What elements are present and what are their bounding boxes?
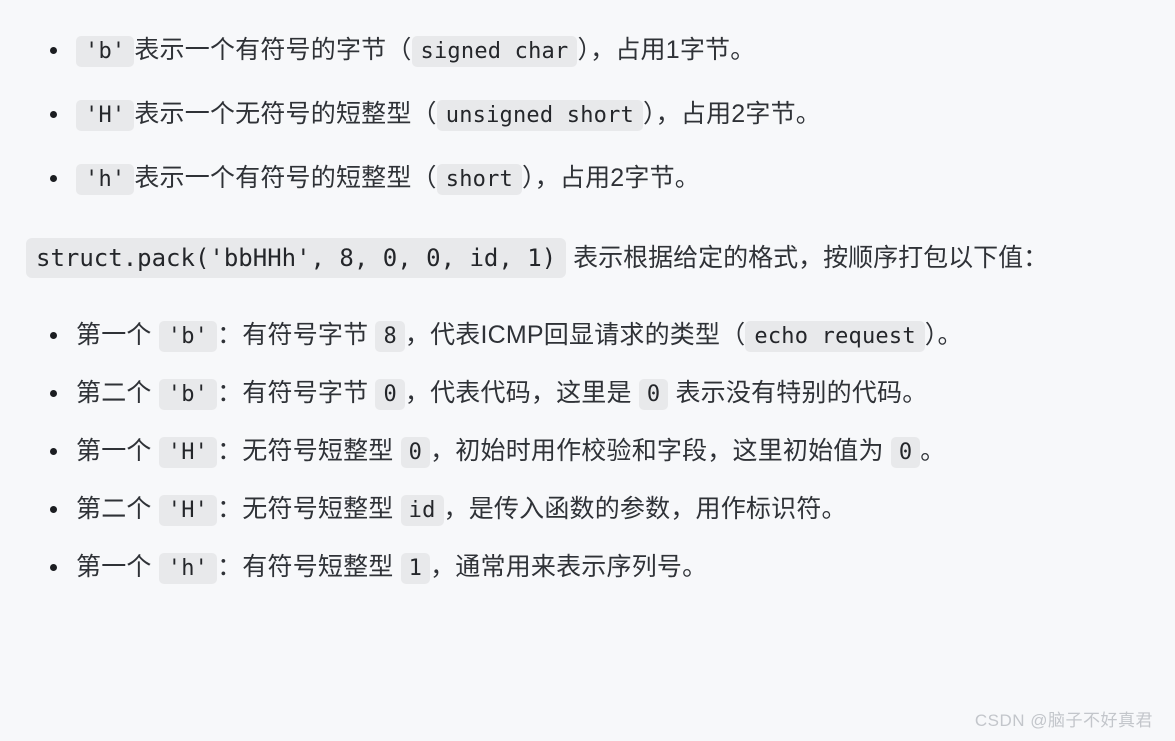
list-item-text-after: ），占用2字节。 [521, 164, 700, 192]
list-item-text-after: ），占用1字节。 [577, 36, 756, 64]
format-char-code: 'H' [158, 437, 218, 468]
list-item-text-before: 表示一个有符号的短整型（ [134, 164, 437, 192]
value-label: ：有符号短整型 [217, 553, 401, 581]
value-description: ，是传入函数的参数，用作标识符。 [443, 495, 847, 523]
struct-pack-paragraph: struct.pack('bbHHh', 8, 0, 0, id, 1) 表示根… [24, 228, 1151, 288]
format-char-code: 'b' [76, 36, 135, 67]
value-tail: 表示没有特别的代码。 [668, 379, 928, 407]
list-item-text-before: 表示一个有符号的字节（ [134, 36, 412, 64]
ordinal-label: 第二个 [76, 379, 159, 407]
value-code: 1 [400, 553, 431, 584]
list-item: 'H' 表示一个无符号的短整型（ unsigned short ），占用2字节。 [24, 82, 1151, 146]
c-type-code: signed char [411, 36, 578, 67]
list-item: 第二个 'H' ：无符号短整型 id ，是传入函数的参数，用作标识符。 [24, 480, 1151, 538]
trailing-code: 0 [638, 379, 669, 410]
list-item: 第一个 'H' ：无符号短整型 0 ，初始时用作校验和字段，这里初始值为 0。 [24, 422, 1151, 480]
value-description: ，通常用来表示序列号。 [430, 553, 708, 581]
value-tail: 。 [920, 437, 946, 465]
ordinal-label: 第二个 [76, 495, 159, 523]
value-code: 0 [375, 379, 405, 410]
value-code: 0 [400, 437, 431, 468]
value-description: ，代表代码，这里是 [404, 379, 639, 407]
csdn-watermark: CSDN @脑子不好真君 [974, 711, 1153, 730]
value-label: ：有符号字节 [217, 321, 376, 349]
format-char-code: 'H' [76, 100, 135, 131]
article-content: 'b' 表示一个有符号的字节（ signed char ），占用1字节。 'H' 表示一… [0, 0, 1175, 741]
value-label: ：无符号短整型 [217, 437, 401, 465]
format-char-code: 'h' [158, 553, 218, 584]
list-item: 'h' 表示一个有符号的短整型（ short ），占用2字节。 [24, 146, 1151, 210]
value-description: ，代表ICMP回显请求的类型（ [404, 321, 746, 349]
ordinal-label: 第一个 [76, 437, 159, 465]
list-item: 第一个 'b' ：有符号字节 8 ，代表ICMP回显请求的类型（ echo reque… [24, 306, 1151, 364]
value-code: id [400, 495, 444, 526]
value-label: ：有符号字节 [217, 379, 376, 407]
value-tail: ）。 [924, 321, 963, 349]
list-item-text-before: 表示一个无符号的短整型（ [134, 100, 437, 128]
value-code: 8 [375, 321, 405, 352]
list-item: 'b' 表示一个有符号的字节（ signed char ），占用1字节。 [24, 18, 1151, 82]
format-char-code: 'b' [158, 379, 218, 410]
value-label: ：无符号短整型 [217, 495, 401, 523]
packed-values-list: 第一个 'b' ：有符号字节 8 ，代表ICMP回显请求的类型（ echo reque… [24, 306, 1151, 596]
struct-pack-description: 表示根据给定的格式，按顺序打包以下值： [566, 244, 1049, 272]
list-item: 第一个 'h' ：有符号短整型 1 ，通常用来表示序列号。 [24, 538, 1151, 596]
list-item: 第二个 'b' ：有符号字节 0 ，代表代码，这里是 0 表示没有特别的代码。 [24, 364, 1151, 422]
format-char-list: 'b' 表示一个有符号的字节（ signed char ），占用1字节。 'H' 表示一… [24, 18, 1151, 210]
format-char-code: 'h' [76, 164, 135, 195]
struct-pack-code: struct.pack('bbHHh', 8, 0, 0, id, 1) [26, 238, 567, 278]
ordinal-label: 第一个 [76, 321, 159, 349]
c-type-code: unsigned short [436, 100, 643, 131]
trailing-code: echo request [745, 321, 925, 352]
ordinal-label: 第一个 [76, 553, 159, 581]
value-description: ，初始时用作校验和字段，这里初始值为 [430, 437, 891, 465]
format-char-code: 'H' [158, 495, 218, 526]
list-item-text-after: ），占用2字节。 [642, 100, 821, 128]
c-type-code: short [436, 164, 522, 195]
trailing-code: 0 [890, 437, 921, 468]
format-char-code: 'b' [158, 321, 218, 352]
